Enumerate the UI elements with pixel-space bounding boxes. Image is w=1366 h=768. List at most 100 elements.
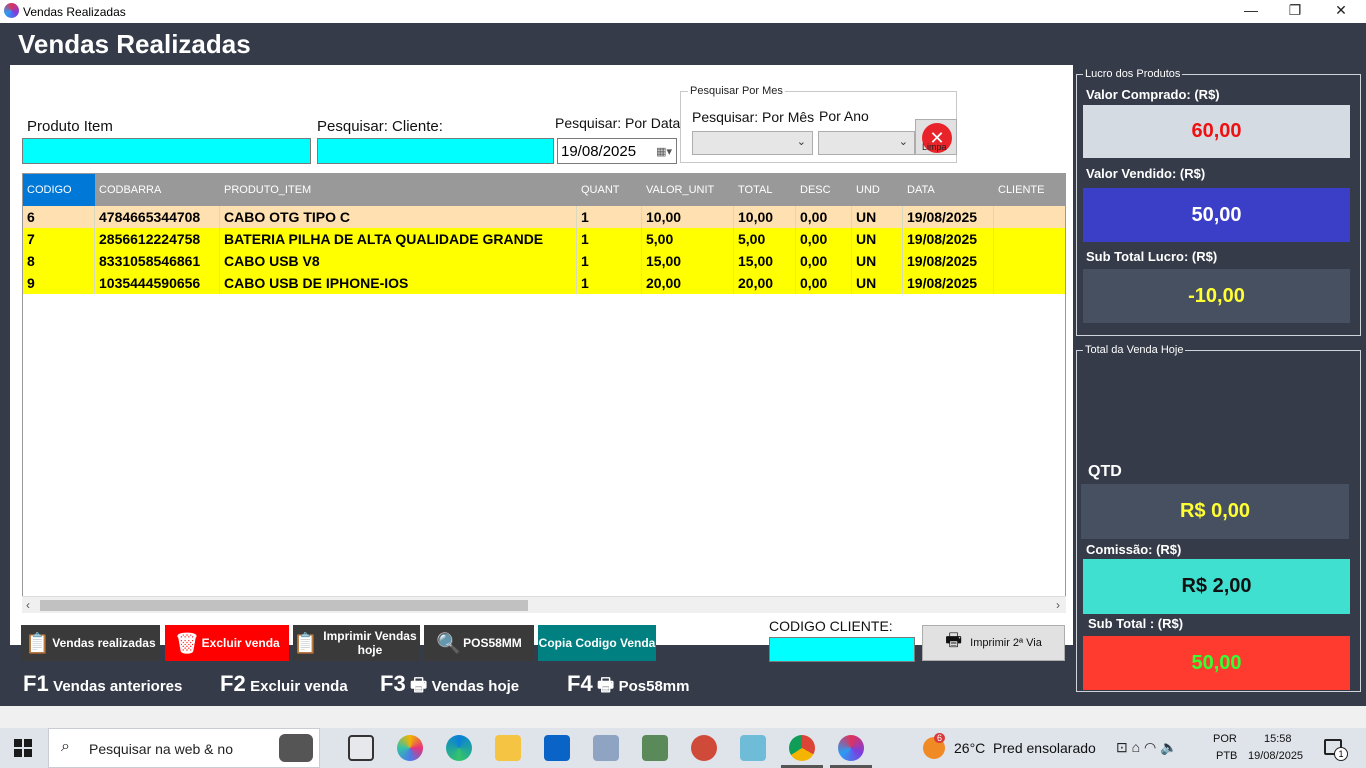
- minimize-button[interactable]: —: [1228, 0, 1274, 23]
- cell-cliente[interactable]: [994, 228, 1065, 250]
- f1-label: Vendas anteriores: [53, 678, 183, 695]
- cell-quant[interactable]: 1: [577, 250, 642, 272]
- cell-data[interactable]: 19/08/2025: [903, 228, 994, 250]
- imprimir-vendas-hoje-button[interactable]: 📋 Imprimir Vendas hoje: [293, 625, 420, 661]
- cell-produto-item[interactable]: CABO USB DE IPHONE-IOS: [220, 272, 577, 294]
- cell-data[interactable]: 19/08/2025: [903, 206, 994, 228]
- copia-codigo-venda-button[interactable]: Copia Codigo Venda: [538, 625, 656, 661]
- cell-und[interactable]: UN: [852, 272, 903, 294]
- cell-codbarra[interactable]: 1035444590656: [95, 272, 220, 294]
- lang-bottom[interactable]: PTB: [1216, 750, 1237, 762]
- date-picker[interactable]: 19/08/2025 ▦▾: [557, 138, 677, 164]
- cell-quant[interactable]: 1: [577, 272, 642, 294]
- col-total[interactable]: TOTAL: [734, 174, 796, 206]
- cell-codbarra[interactable]: 4784665344708: [95, 206, 220, 228]
- limpa-button[interactable]: ✕ Limpa: [915, 119, 957, 155]
- taskbar-search[interactable]: ⌕ Pesquisar na web & no: [48, 728, 320, 768]
- horizontal-scrollbar[interactable]: ‹ ›: [22, 596, 1066, 613]
- sub-total-value: 50,00: [1083, 636, 1350, 690]
- excluir-venda-label: Excluir venda: [201, 636, 280, 650]
- table-row[interactable]: 9 1035444590656 CABO USB DE IPHONE-IOS 1 20,…: [23, 272, 1065, 294]
- cell-quant[interactable]: 1: [577, 228, 642, 250]
- col-codigo[interactable]: CODIGO: [23, 174, 95, 206]
- produto-input[interactable]: [22, 138, 311, 164]
- task-view-icon[interactable]: [348, 735, 374, 761]
- cell-codigo[interactable]: 8: [23, 250, 95, 272]
- sales-app-icon[interactable]: [838, 735, 864, 761]
- cell-valor-unit[interactable]: 20,00: [642, 272, 734, 294]
- cell-und[interactable]: UN: [852, 250, 903, 272]
- file-explorer-icon[interactable]: [495, 735, 521, 761]
- cell-produto-item[interactable]: CABO USB V8: [220, 250, 577, 272]
- scissors-icon[interactable]: [691, 735, 717, 761]
- table-row[interactable]: 8 8331058546861 CABO USB V8 1 15,00 15,00 0,00…: [23, 250, 1065, 272]
- chrome-icon[interactable]: [789, 735, 815, 761]
- outlook-icon[interactable]: [544, 735, 570, 761]
- mes-select[interactable]: ⌄: [692, 131, 813, 155]
- cell-valor-unit[interactable]: 5,00: [642, 228, 734, 250]
- clock-date[interactable]: 19/08/2025: [1248, 750, 1303, 762]
- cell-produto-item[interactable]: BATERIA PILHA DE ALTA QUALIDADE GRANDE: [220, 228, 577, 250]
- cell-codbarra[interactable]: 2856612224758: [95, 228, 220, 250]
- pos58mm-button[interactable]: 🔍 POS58MM: [424, 625, 534, 661]
- app-window-icon[interactable]: [593, 735, 619, 761]
- tray-icons[interactable]: ⊡ ⌂ ◠ 🔈: [1116, 739, 1178, 756]
- cell-data[interactable]: 19/08/2025: [903, 250, 994, 272]
- cell-valor-unit[interactable]: 10,00: [642, 206, 734, 228]
- cell-und[interactable]: UN: [852, 206, 903, 228]
- windows-start-icon[interactable]: [14, 739, 32, 757]
- restore-button[interactable]: ❐: [1272, 0, 1318, 23]
- edge-icon[interactable]: [446, 735, 472, 761]
- col-cliente[interactable]: CLIENTE: [994, 174, 1065, 206]
- scrollbar-thumb[interactable]: [40, 600, 528, 611]
- cell-desc[interactable]: 0,00: [796, 250, 852, 272]
- scroll-right-icon[interactable]: ›: [1056, 597, 1060, 614]
- col-desc[interactable]: DESC: [796, 174, 852, 206]
- col-valor-unit[interactable]: VALOR_UNIT: [642, 174, 734, 206]
- cell-cliente[interactable]: [994, 206, 1065, 228]
- cell-und[interactable]: UN: [852, 228, 903, 250]
- cell-codbarra[interactable]: 8331058546861: [95, 250, 220, 272]
- calculator-icon[interactable]: [642, 735, 668, 761]
- codigo-cliente-input[interactable]: [769, 637, 915, 662]
- document-search-icon: 🔍: [436, 632, 462, 655]
- cell-total[interactable]: 10,00: [734, 206, 796, 228]
- ano-select[interactable]: ⌄: [818, 131, 915, 155]
- cliente-input[interactable]: [317, 138, 554, 164]
- weather-icon[interactable]: 6: [923, 733, 946, 759]
- clock-time[interactable]: 15:58: [1264, 733, 1292, 745]
- cell-valor-unit[interactable]: 15,00: [642, 250, 734, 272]
- lang-top[interactable]: POR: [1213, 733, 1237, 745]
- col-und[interactable]: UND: [852, 174, 903, 206]
- cell-produto-item[interactable]: CABO OTG TIPO C: [220, 206, 577, 228]
- col-produto-item[interactable]: PRODUTO_ITEM: [220, 174, 577, 206]
- weather-text[interactable]: 26°C Pred ensolarado: [954, 740, 1096, 756]
- copilot-icon[interactable]: [397, 735, 423, 761]
- vendas-realizadas-button[interactable]: 📋 Vendas realizadas: [21, 625, 160, 661]
- cell-data[interactable]: 19/08/2025: [903, 272, 994, 294]
- cell-cliente[interactable]: [994, 272, 1065, 294]
- imprimir-2via-button[interactable]: 🖶 Imprimir 2ª Via: [922, 625, 1065, 661]
- col-codbarra[interactable]: CODBARRA: [95, 174, 220, 206]
- cell-desc[interactable]: 0,00: [796, 272, 852, 294]
- cell-codigo[interactable]: 9: [23, 272, 95, 294]
- notification-icon[interactable]: 1: [1324, 739, 1348, 761]
- excluir-venda-button[interactable]: 🗑 Excluir venda: [165, 625, 289, 661]
- scroll-left-icon[interactable]: ‹: [26, 597, 30, 614]
- cell-desc[interactable]: 0,00: [796, 228, 852, 250]
- cell-total[interactable]: 5,00: [734, 228, 796, 250]
- cell-total[interactable]: 15,00: [734, 250, 796, 272]
- sales-grid[interactable]: CODIGO CODBARRA PRODUTO_ITEM QUANT VALOR…: [22, 173, 1066, 613]
- cell-cliente[interactable]: [994, 250, 1065, 272]
- cell-codigo[interactable]: 6: [23, 206, 95, 228]
- col-quant[interactable]: QUANT: [577, 174, 642, 206]
- cell-total[interactable]: 20,00: [734, 272, 796, 294]
- table-row[interactable]: 7 2856612224758 BATERIA PILHA DE ALTA QUAL…: [23, 228, 1065, 250]
- cell-desc[interactable]: 0,00: [796, 206, 852, 228]
- cell-quant[interactable]: 1: [577, 206, 642, 228]
- notes-icon[interactable]: [740, 735, 766, 761]
- close-button[interactable]: ✕: [1318, 0, 1364, 23]
- col-data[interactable]: DATA: [903, 174, 994, 206]
- cell-codigo[interactable]: 7: [23, 228, 95, 250]
- table-row[interactable]: 6 4784665344708 CABO OTG TIPO C 1 10,00 10,00…: [23, 206, 1065, 228]
